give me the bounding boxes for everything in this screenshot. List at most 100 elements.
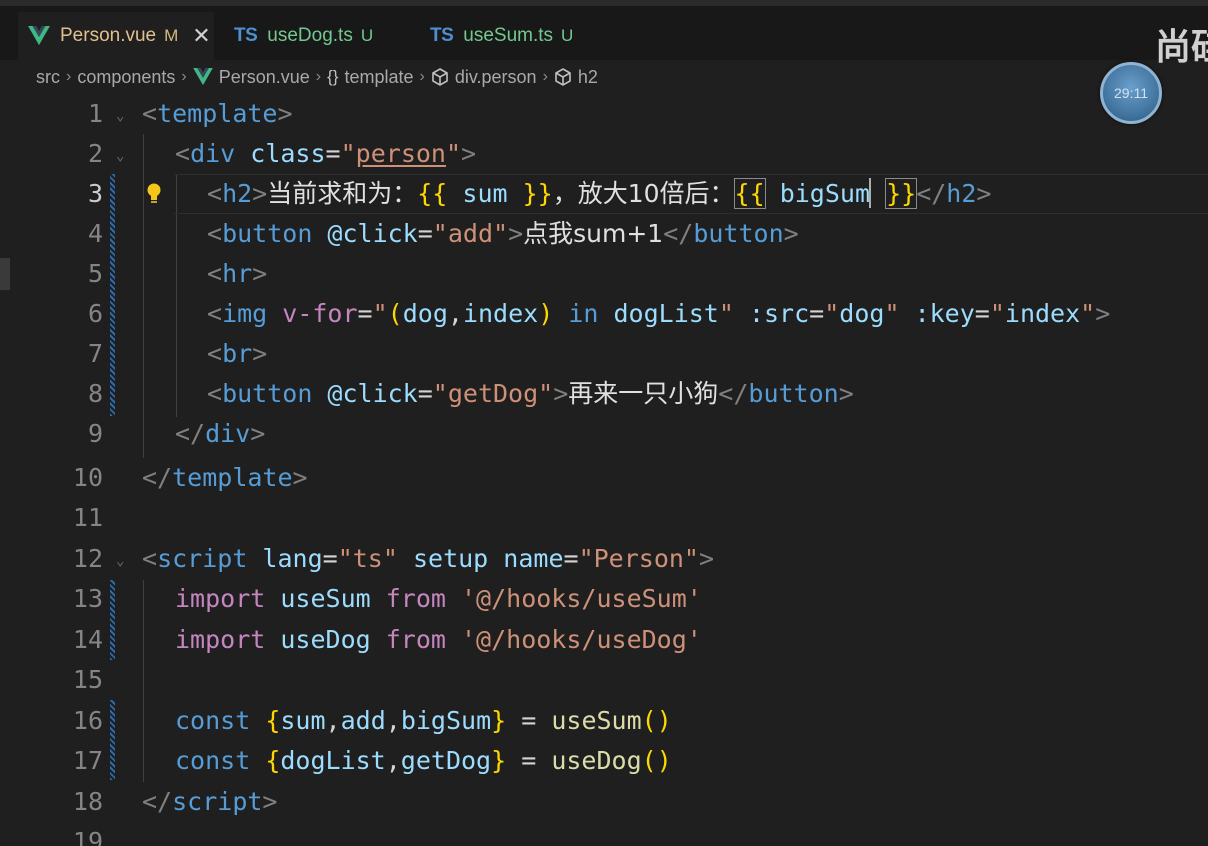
breadcrumb-item-h2[interactable]: h2 — [578, 67, 598, 88]
tok: " — [340, 139, 356, 168]
tok: < — [207, 179, 223, 208]
tok: sum — [280, 706, 326, 735]
chevron-right-icon: › — [542, 68, 548, 85]
line-number: 5 — [87, 259, 103, 288]
tok: " — [884, 299, 900, 328]
tok: " — [1080, 299, 1096, 328]
tok: "ts" — [337, 544, 398, 573]
line-number: 11 — [72, 503, 103, 532]
tok: dog — [402, 299, 448, 328]
typescript-file-icon: TS — [234, 25, 258, 46]
chevron-right-icon: › — [181, 68, 187, 85]
tok: button — [222, 379, 313, 408]
fold-chevron-icon[interactable]: ⌄ — [116, 553, 124, 569]
tab-person-vue[interactable]: Person.vue M ✕ — [18, 12, 214, 60]
chevron-right-icon: › — [66, 68, 72, 85]
tok: < — [207, 299, 223, 328]
tok: useDog — [265, 625, 386, 654]
modified-badge: M — [164, 26, 179, 45]
tok: ( — [387, 299, 403, 328]
breadcrumb-item-template[interactable]: template — [344, 67, 413, 88]
tok: = — [322, 544, 338, 573]
tok: '@/hooks/useDog' — [445, 625, 702, 654]
tok: br — [222, 339, 253, 368]
tok: }} — [885, 178, 918, 209]
tok: </ — [916, 179, 947, 208]
tok: div — [190, 139, 236, 168]
tok: </ — [663, 219, 694, 248]
tok: > — [508, 219, 524, 248]
tok — [871, 179, 886, 208]
tok: < — [207, 379, 223, 408]
code-line-9: 9 </div> — [0, 414, 1208, 454]
code-line-12: 12 ⌄ <script lang="ts" setup name="Perso… — [0, 539, 1208, 579]
tok: () — [641, 706, 672, 735]
close-icon[interactable]: ✕ — [192, 25, 210, 47]
untracked-badge: U — [360, 26, 374, 45]
untracked-badge: U — [561, 26, 574, 45]
tok: 当前求和为： — [267, 179, 418, 208]
tok: </ — [142, 787, 173, 816]
fold-chevron-icon[interactable]: ⌄ — [116, 108, 124, 124]
chevron-right-icon: › — [315, 68, 322, 85]
tok: @click — [312, 219, 418, 248]
tok: { — [250, 746, 281, 775]
line-number: 12 — [72, 544, 103, 573]
tok: "add" — [432, 219, 509, 248]
tok: useSum — [265, 584, 386, 613]
tok: template — [157, 99, 278, 128]
tok: {{ — [733, 178, 766, 209]
tab-usedog-ts[interactable]: TS useDog.ts U — [222, 12, 412, 60]
tok: > — [252, 339, 268, 368]
tok: < — [142, 544, 158, 573]
tok: > — [976, 179, 992, 208]
breadcrumb-item-div-person[interactable]: div.person — [455, 67, 537, 88]
tok: class — [250, 139, 326, 168]
tok: from — [385, 584, 446, 613]
tok: from — [385, 625, 446, 654]
code-editor[interactable]: 1 ⌄ <template> 2 ⌄ <div class="person"> … — [0, 94, 1208, 846]
tok: > — [292, 463, 308, 492]
tok: @click — [312, 379, 418, 408]
tok: index — [1004, 299, 1081, 328]
fold-chevron-icon[interactable]: ⌄ — [116, 148, 124, 164]
breadcrumb-item-src[interactable]: src — [36, 67, 60, 88]
recording-timer: 29:11 — [1100, 62, 1162, 124]
tok: </ — [175, 419, 206, 448]
tok: script — [157, 544, 248, 573]
tok: = — [974, 299, 990, 328]
tok: in — [553, 299, 614, 328]
chevron-right-icon: › — [419, 68, 425, 85]
code-line-18: 18 </script> — [0, 782, 1208, 822]
tok: > — [262, 787, 278, 816]
line-number: 6 — [87, 299, 103, 328]
tok: div — [205, 419, 251, 448]
tok: getDog — [400, 746, 492, 775]
code-line-5: 5 <hr> — [0, 254, 1208, 294]
tab-usesum-ts[interactable]: TS useSum.ts U — [418, 12, 614, 60]
tok: </ — [718, 379, 749, 408]
code-line-17: 17 const {dogList,getDog} = useDog() — [0, 741, 1208, 781]
line-number: 1 — [87, 99, 103, 128]
tab-label: useDog.ts — [267, 25, 353, 46]
tok: sum — [447, 179, 523, 208]
tok: < — [142, 99, 158, 128]
tok: 再来一只小狗 — [568, 379, 719, 408]
tok: h2 — [946, 179, 977, 208]
code-line-15: 15 — [0, 660, 1208, 700]
tok: , — [385, 706, 401, 735]
tok: h2 — [222, 179, 253, 208]
tok: " — [989, 299, 1005, 328]
tok: " — [445, 139, 462, 168]
breadcrumb-item-components[interactable]: components — [77, 67, 175, 88]
tok: '@/hooks/useSum' — [445, 584, 702, 613]
line-number: 9 — [87, 419, 103, 448]
line-number: 16 — [72, 706, 103, 735]
breadcrumb-item-file[interactable]: Person.vue — [219, 67, 310, 88]
tok: < — [207, 339, 223, 368]
tok: = — [506, 706, 552, 735]
tok: 点我sum+1 — [523, 219, 664, 248]
lightbulb-icon[interactable] — [146, 182, 162, 206]
tok: dog — [839, 299, 885, 328]
braces-icon: {} — [327, 67, 339, 86]
